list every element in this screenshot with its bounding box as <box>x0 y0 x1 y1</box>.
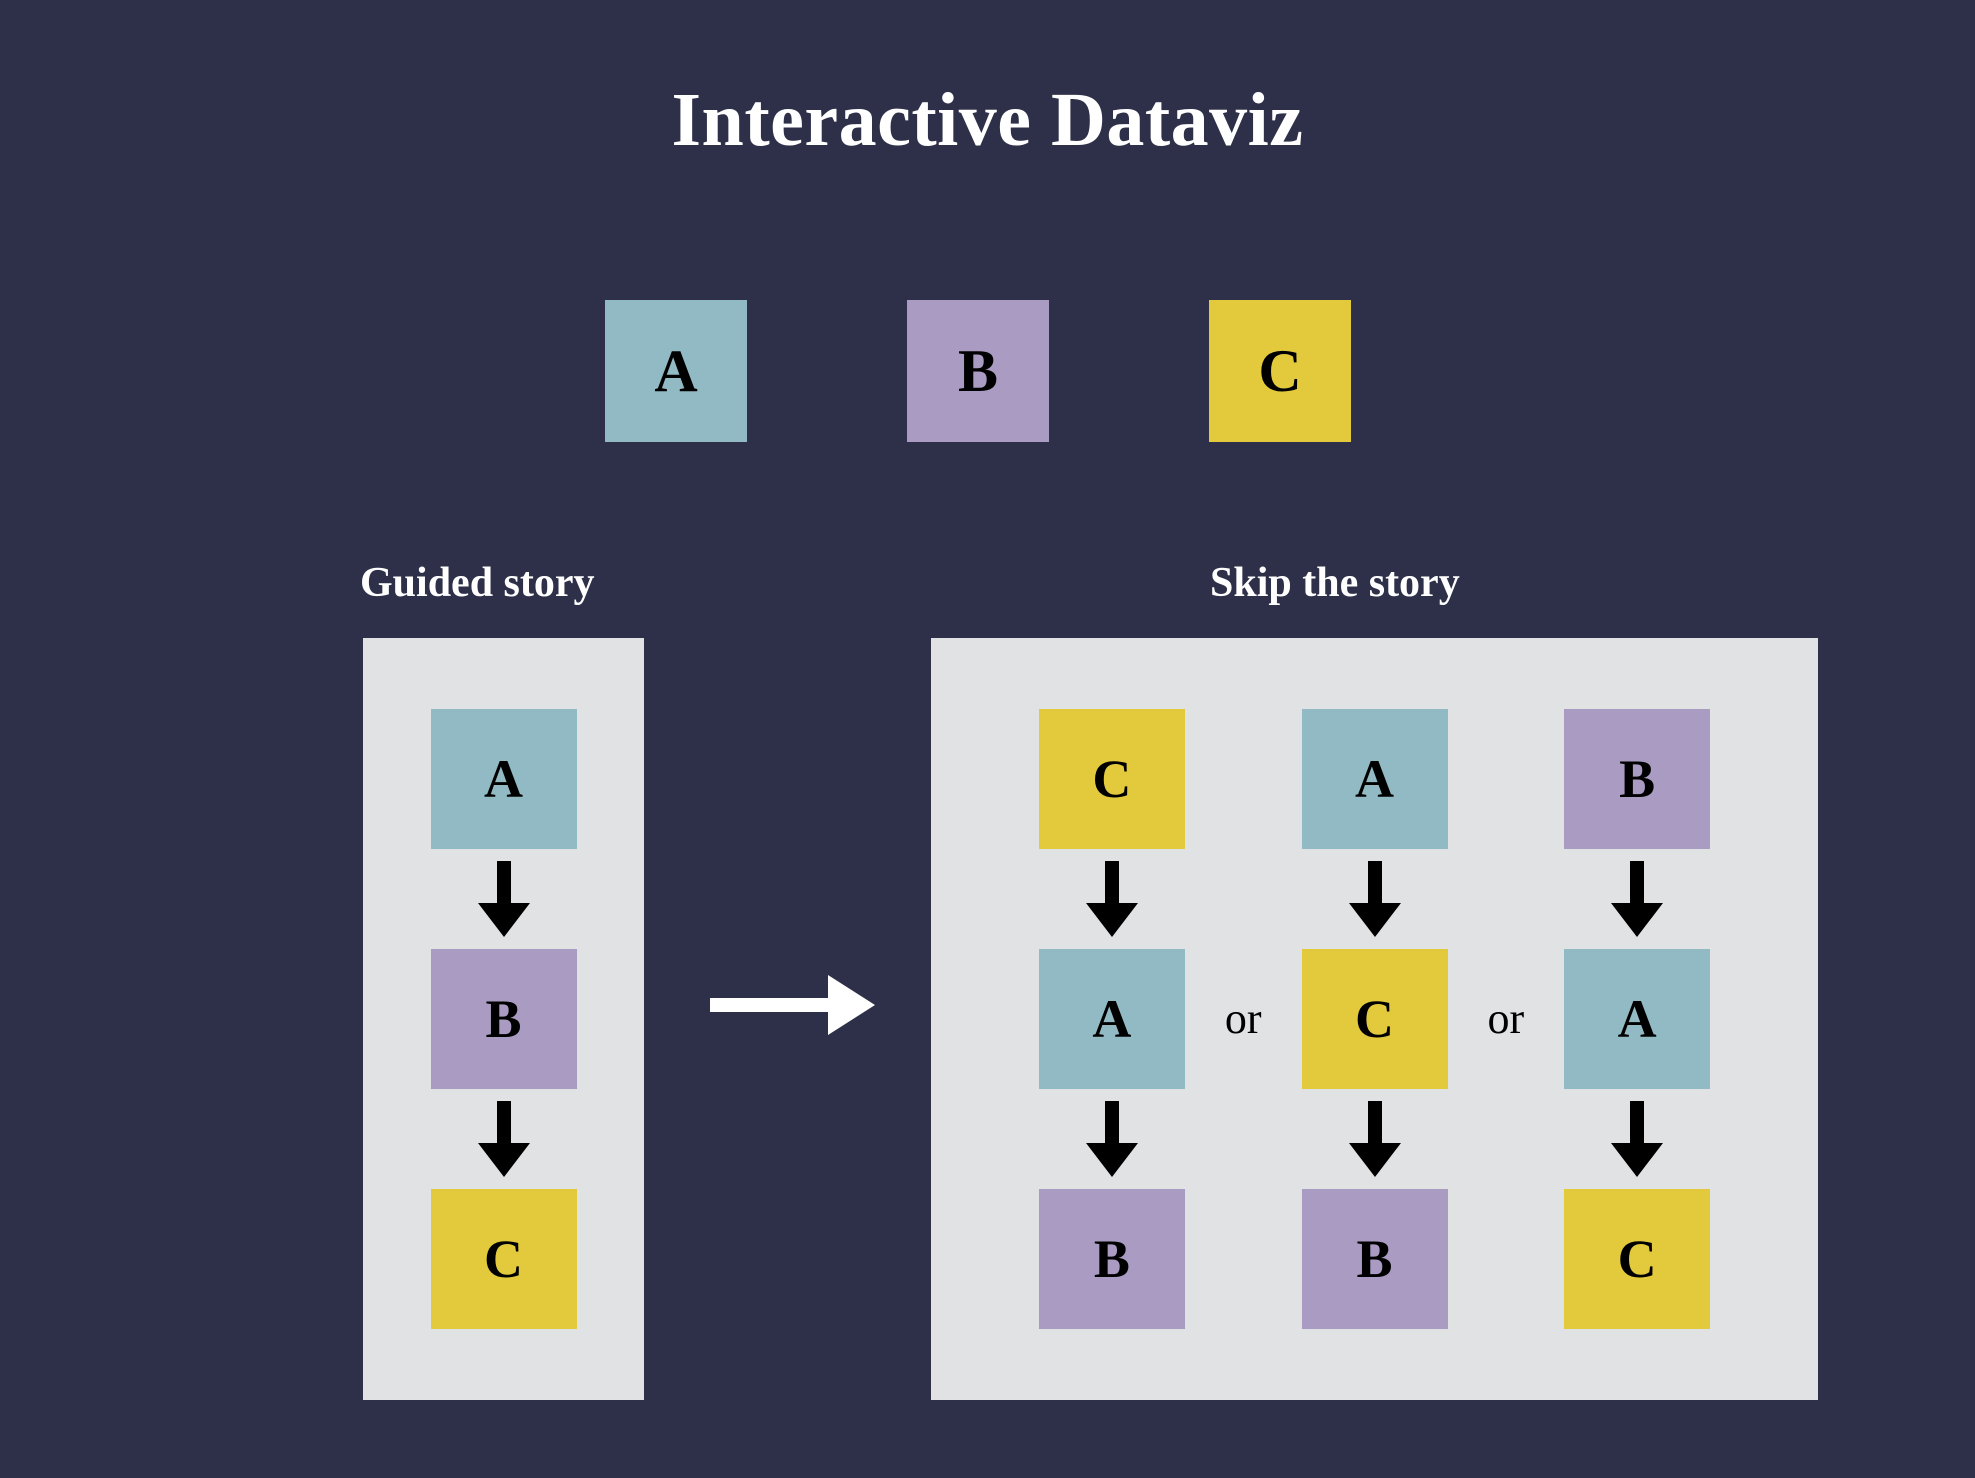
skip-chain-row: C A Bor A C Bor B A C <box>931 638 1818 1400</box>
right-arrow-icon <box>710 975 875 1035</box>
down-arrow-icon <box>477 1101 530 1177</box>
node-c[interactable]: C <box>1564 1189 1711 1329</box>
or-separator: or <box>1224 994 1262 1043</box>
node-b[interactable]: B <box>1038 1189 1185 1329</box>
legend-swatch-c[interactable]: C <box>1209 300 1351 442</box>
or-separator: or <box>1487 994 1525 1043</box>
node-a[interactable]: A <box>430 709 577 849</box>
down-arrow-icon <box>1611 1101 1664 1177</box>
node-b[interactable]: B <box>1301 1189 1448 1329</box>
chain-guided: ABC <box>430 709 577 1329</box>
guided-chain-row: ABC <box>363 638 644 1400</box>
guided-story-label: Guided story <box>360 560 595 606</box>
down-arrow-icon <box>1348 861 1401 937</box>
chain-skip-2: ACB <box>1301 709 1448 1329</box>
legend-swatch-b[interactable]: B <box>907 300 1049 442</box>
node-c[interactable]: C <box>1038 709 1185 849</box>
legend-swatch-a[interactable]: A <box>605 300 747 442</box>
node-c[interactable]: C <box>430 1189 577 1329</box>
chain-skip-3: BAC <box>1564 709 1711 1329</box>
guided-story-panel: ABC <box>363 638 644 1400</box>
node-b[interactable]: B <box>430 949 577 1089</box>
down-arrow-icon <box>1611 861 1664 937</box>
diagram-canvas: Interactive Dataviz ABC Guided story Ski… <box>0 0 1975 1478</box>
node-a[interactable]: A <box>1564 949 1711 1089</box>
node-b[interactable]: B <box>1564 709 1711 849</box>
down-arrow-icon <box>1348 1101 1401 1177</box>
down-arrow-icon <box>1085 861 1138 937</box>
down-arrow-icon <box>477 861 530 937</box>
skip-the-story-label: Skip the story <box>1210 560 1460 606</box>
legend: A B C <box>605 300 1351 442</box>
chain-skip-1: CAB <box>1038 709 1185 1329</box>
down-arrow-icon <box>1085 1101 1138 1177</box>
node-a[interactable]: A <box>1301 709 1448 849</box>
skip-the-story-panel: C A Bor A C Bor B A C <box>931 638 1818 1400</box>
node-c[interactable]: C <box>1301 949 1448 1089</box>
node-a[interactable]: A <box>1038 949 1185 1089</box>
page-title: Interactive Dataviz <box>671 78 1304 162</box>
